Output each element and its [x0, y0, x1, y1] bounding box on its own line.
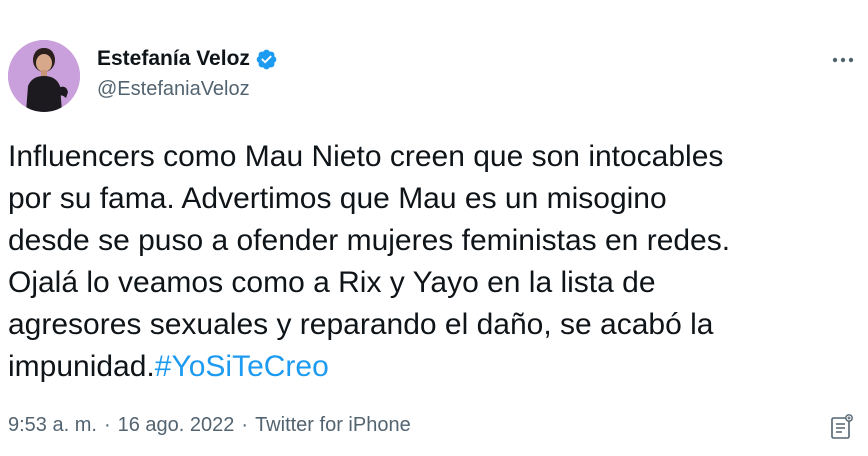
tweet-time[interactable]: 9:53 a. m. — [8, 414, 97, 437]
hashtag-link[interactable]: #YoSiTeCreo — [155, 350, 329, 383]
tweet-source[interactable]: Twitter for iPhone — [255, 414, 411, 437]
profile-photo-icon — [8, 40, 80, 112]
tweet-text-fragment: impunidad. — [8, 350, 155, 383]
tweet-text-line: desde se puso a ofender mujeres feminist… — [8, 224, 731, 257]
tweet-text-line: agresores sexuales y reparando el daño, … — [8, 308, 714, 341]
separator-dot: · — [103, 414, 111, 436]
tweet-text-line: por su fama. Advertimos que Mau es un mi… — [8, 182, 667, 215]
tweet-card: Estefanía Veloz @EstefaniaVeloz Influenc… — [0, 0, 868, 456]
more-horizontal-icon[interactable] — [828, 48, 858, 72]
tweet-metadata: 9:53 a. m. · 16 ago. 2022 · Twitter for … — [8, 414, 411, 437]
tweet-text-line: Ojalá lo veamos como a Rix y Yayo en la … — [8, 266, 656, 299]
tweet-text-line: Influencers como Mau Nieto creen que son… — [8, 140, 724, 173]
verified-badge-icon — [255, 48, 278, 71]
user-handle[interactable]: @EstefaniaVeloz — [97, 78, 250, 101]
author-name-row[interactable]: Estefanía Veloz — [97, 46, 278, 72]
avatar[interactable] — [8, 40, 80, 112]
notes-icon[interactable] — [828, 412, 854, 442]
tweet-date[interactable]: 16 ago. 2022 — [118, 414, 235, 437]
display-name[interactable]: Estefanía Veloz — [97, 47, 250, 71]
separator-dot: · — [241, 414, 249, 436]
tweet-text: Influencers como Mau Nieto creen que son… — [8, 136, 858, 388]
tweet-text-line-last: impunidad.#YoSiTeCreo — [8, 346, 858, 388]
